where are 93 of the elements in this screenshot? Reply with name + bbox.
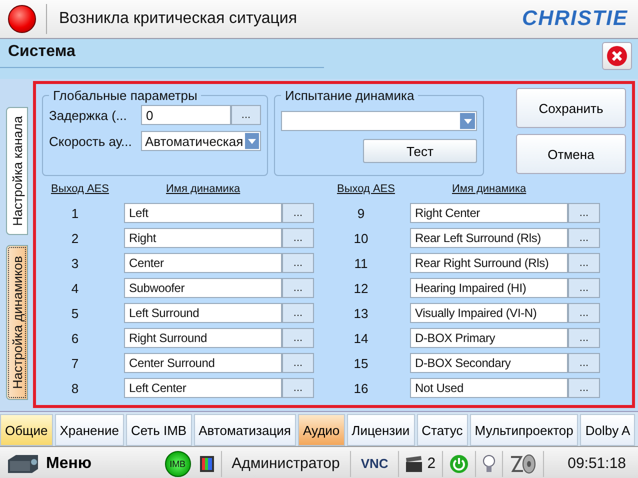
speaker-name-field[interactable]: Center Surround — [124, 353, 282, 373]
bottom-tab[interactable]: Статус — [416, 414, 468, 446]
output-number: 6 — [70, 330, 80, 346]
speed-dropdown[interactable]: Автоматическая — [141, 131, 261, 151]
bottom-tab[interactable]: Dolby A — [580, 414, 636, 446]
delay-label: Задержка (... — [49, 108, 128, 122]
browse-button[interactable]: ... — [568, 303, 600, 323]
clock-time: 09:51:18 — [568, 455, 626, 472]
speaker-name-field[interactable]: Right Surround — [124, 328, 282, 348]
output-number: 14 — [352, 330, 370, 346]
speaker-name-field[interactable]: Left — [124, 203, 282, 223]
browse-button[interactable]: ... — [282, 228, 314, 248]
dropdown-arrow-icon — [248, 138, 256, 144]
menu-button[interactable]: Меню — [0, 452, 98, 476]
speaker-name-field[interactable]: Right — [124, 228, 282, 248]
browse-button[interactable]: ... — [568, 278, 600, 298]
test-button[interactable]: Тест — [363, 139, 477, 163]
output-number: 2 — [70, 230, 80, 246]
bottom-tab[interactable]: Хранение — [54, 414, 124, 446]
speaker-dropdown[interactable] — [281, 111, 477, 131]
speed-label: Скорость ау... — [49, 134, 133, 148]
output-number: 11 — [353, 256, 369, 270]
group-title: Глобальные параметры — [52, 88, 198, 103]
browse-button[interactable]: ... — [282, 378, 314, 398]
browse-button[interactable]: ... — [568, 378, 600, 398]
browse-button[interactable]: ... — [568, 328, 600, 348]
output-number: 13 — [352, 306, 370, 320]
speaker-name-field[interactable]: Rear Right Surround (Rls) — [410, 253, 568, 273]
bottom-tab[interactable]: Лицензии — [346, 414, 415, 446]
browse-button[interactable]: ... — [282, 328, 314, 348]
browse-button[interactable]: ... — [282, 203, 314, 223]
action-button[interactable]: Отмена — [516, 134, 626, 174]
alarm-light-icon — [8, 5, 36, 33]
column-header: Имя динамика — [166, 183, 240, 195]
browse-button[interactable]: ... — [568, 203, 600, 223]
bottom-tab[interactable]: Общие — [0, 414, 53, 446]
speaker-name-field[interactable]: Left Center — [124, 378, 282, 398]
speaker-name-field[interactable]: D-BOX Secondary — [410, 353, 568, 373]
speaker-name-field[interactable]: Left Surround — [124, 303, 282, 323]
side-tab[interactable]: Настройка канала — [6, 107, 28, 236]
browse-button[interactable]: ... — [231, 105, 261, 125]
output-number: 3 — [70, 256, 80, 270]
film-reel-icon[interactable] — [508, 452, 537, 474]
browse-button[interactable]: ... — [282, 353, 314, 373]
display-icon[interactable] — [198, 454, 215, 472]
delay-field[interactable]: 0 — [141, 105, 231, 125]
speaker-name-field[interactable]: D-BOX Primary — [410, 328, 568, 348]
brand-logo: CHRISTIE — [522, 7, 628, 31]
bottom-tab[interactable]: Автоматизация — [194, 414, 296, 446]
output-number: 16 — [352, 380, 370, 396]
browse-button[interactable]: ... — [568, 353, 600, 373]
output-number: 12 — [352, 280, 370, 296]
speaker-name-field[interactable]: Hearing Impaired (HI) — [410, 278, 568, 298]
clip-count: 2 — [427, 455, 436, 472]
output-number: 8 — [70, 380, 80, 396]
vnc-label[interactable]: VNC — [356, 456, 392, 471]
bottom-tab[interactable]: Сеть IMB — [126, 414, 192, 446]
speaker-name-field[interactable]: Center — [124, 253, 282, 273]
output-number: 5 — [70, 306, 80, 320]
browse-button[interactable]: ... — [568, 228, 600, 248]
window-title: Система — [0, 39, 324, 68]
column-header: Выход AES — [50, 183, 110, 195]
output-number: 9 — [356, 206, 366, 220]
close-button[interactable] — [602, 42, 632, 70]
imb-status-badge[interactable]: IMB — [164, 450, 191, 476]
side-tab[interactable]: Настройка динамиков — [6, 245, 28, 400]
browse-button[interactable]: ... — [282, 278, 314, 298]
bottom-tab[interactable]: Аудио — [298, 414, 345, 446]
lightbulb-icon[interactable] — [482, 454, 496, 474]
bottom-tab[interactable]: Мультипроектор — [470, 414, 578, 446]
action-button[interactable]: Сохранить — [516, 88, 626, 128]
output-number: 15 — [352, 356, 370, 370]
dropdown-arrow-icon — [464, 118, 472, 124]
column-header: Имя динамика — [452, 183, 526, 195]
output-number: 4 — [70, 280, 80, 296]
browse-button[interactable]: ... — [282, 253, 314, 273]
close-icon — [606, 45, 628, 67]
user-name[interactable]: Администратор — [228, 455, 344, 472]
power-icon[interactable] — [448, 454, 469, 474]
speaker-name-field[interactable]: Subwoofer — [124, 278, 282, 298]
browse-button[interactable]: ... — [568, 253, 600, 273]
browse-button[interactable]: ... — [282, 303, 314, 323]
alert-message: Возникла критическая ситуация — [59, 10, 298, 28]
speaker-name-field[interactable]: Not Used — [410, 378, 568, 398]
speaker-name-field[interactable]: Right Center — [410, 203, 568, 223]
clapperboard-icon[interactable] — [405, 454, 424, 472]
output-number: 1 — [70, 206, 80, 220]
speaker-name-field[interactable]: Visually Impaired (VI-N) — [410, 303, 568, 323]
speaker-name-field[interactable]: Rear Left Surround (Rls) — [410, 228, 568, 248]
output-number: 7 — [70, 356, 80, 370]
output-number: 10 — [352, 230, 370, 246]
column-header: Выход AES — [336, 183, 396, 195]
group-title: Испытание динамика — [284, 88, 416, 103]
